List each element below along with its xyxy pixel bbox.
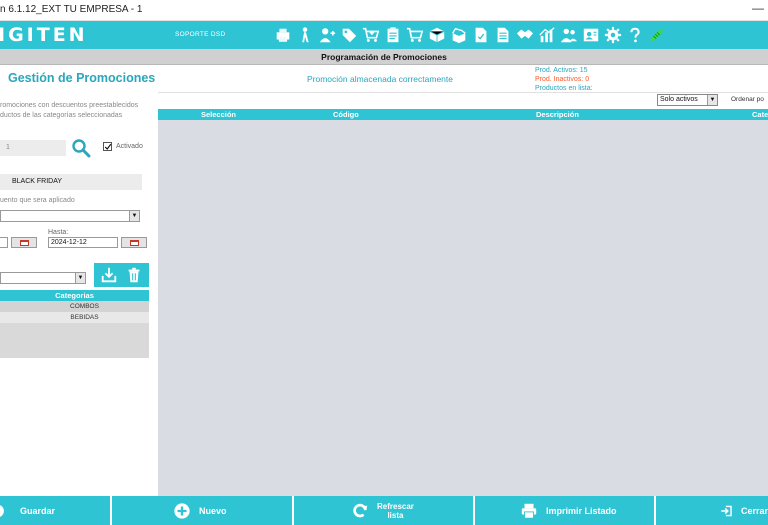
printer-icon [521, 503, 537, 519]
print-list-label: Imprimir Listado [546, 505, 617, 516]
active-label: Activado [116, 143, 143, 150]
active-count: Prod. Activos: 15 [535, 67, 588, 74]
save-icon [0, 504, 4, 517]
import-icon[interactable] [100, 266, 118, 284]
category-select[interactable]: ▼ [0, 272, 86, 284]
divider [158, 92, 768, 93]
minimize-button[interactable]: — [752, 1, 764, 15]
description-line: romociones con descuentos preestablecido… [0, 102, 139, 109]
new-button[interactable]: Nuevo [112, 496, 292, 525]
calendar-icon[interactable] [121, 237, 147, 248]
toolbar [272, 24, 668, 46]
handshake-icon[interactable] [514, 24, 536, 46]
document-check-icon[interactable] [470, 24, 492, 46]
inactive-count: Prod. Inactivos: 0 [535, 76, 590, 83]
document-list-icon[interactable] [492, 24, 514, 46]
support-link[interactable]: SOPORTE DSD [175, 31, 226, 38]
search-icon[interactable] [71, 138, 91, 158]
to-date-field[interactable]: 2024-12-12 [48, 237, 118, 248]
refresh-icon [353, 503, 368, 517]
print-list-button[interactable]: Imprimir Listado [475, 496, 654, 525]
category-actions [94, 263, 149, 287]
status-message: Promoción almacenada correctamente [307, 74, 453, 84]
column-header[interactable]: Selección [201, 110, 236, 119]
chevron-down-icon: ▼ [75, 273, 85, 283]
app-window: n 6.1.12_EXT TU EMPRESA - 1 — IGITEN SOP… [0, 0, 768, 525]
refresh-label-line: Refrescar [377, 501, 414, 511]
discount-select[interactable]: ▼ [0, 210, 140, 222]
title-bar: n 6.1.12_EXT TU EMPRESA - 1 — [0, 0, 768, 21]
cart-add-icon[interactable] [360, 24, 382, 46]
chevron-down-icon: ▼ [129, 211, 139, 221]
description-line: ductos de las categorías seleccionadas [0, 112, 123, 119]
active-checkbox[interactable] [103, 142, 112, 151]
close-button[interactable]: Cerrar [656, 496, 768, 525]
window-title: n 6.1.12_EXT TU EMPRESA - 1 [0, 4, 143, 15]
from-date-field[interactable] [0, 237, 8, 248]
column-header[interactable]: Descripción [536, 110, 579, 119]
order-label: Ordenar po [731, 96, 764, 103]
box-icon[interactable] [426, 24, 448, 46]
products-grid[interactable] [158, 120, 768, 496]
form-description: romociones con descuentos preestablecido… [0, 101, 156, 121]
users-icon[interactable] [558, 24, 580, 46]
section-header: Programación de Promociones [0, 49, 768, 65]
product-stats: Prod. Activos: 15 Prod. Inactivos: 0 Pro… [535, 66, 593, 93]
promo-code-input[interactable]: 1 [0, 140, 66, 156]
filter-select[interactable]: Solo activos ▼ [657, 94, 718, 106]
chart-icon[interactable] [536, 24, 558, 46]
calendar-icon[interactable] [11, 237, 37, 248]
brand-bar: IGITEN SOPORTE DSD [0, 21, 768, 49]
cart-icon[interactable] [404, 24, 426, 46]
exit-icon [721, 505, 732, 516]
grid-header: Selección Código Descripción Cate [158, 109, 768, 120]
action-bar: Guardar Nuevo Refrescar lista Imprimir L… [0, 496, 768, 525]
save-button[interactable]: Guardar [0, 496, 110, 525]
gear-icon[interactable] [602, 24, 624, 46]
user-add-icon[interactable] [316, 24, 338, 46]
id-card-icon[interactable] [580, 24, 602, 46]
refresh-button[interactable]: Refrescar lista [294, 496, 473, 525]
trash-icon[interactable] [125, 266, 143, 284]
plus-icon [174, 502, 190, 519]
close-label: Cerrar [740, 505, 768, 516]
column-header[interactable]: Código [333, 110, 359, 119]
clipboard-icon[interactable] [382, 24, 404, 46]
promo-name-field[interactable]: BLACK FRIDAY [0, 174, 142, 190]
pencil-icon[interactable] [646, 24, 668, 46]
refresh-label: Refrescar lista [377, 502, 414, 520]
categories-list: COMBOS BEBIDAS [0, 301, 149, 358]
box-open-icon[interactable] [448, 24, 470, 46]
help-icon[interactable] [624, 24, 646, 46]
page-title: Gestión de Promociones [8, 71, 156, 85]
new-label: Nuevo [199, 505, 227, 516]
to-date-label: Hasta: [48, 229, 69, 236]
list-item[interactable]: BEBIDAS [0, 312, 149, 323]
printer-icon[interactable] [272, 24, 294, 46]
categories-header: Categorias [0, 290, 149, 301]
save-label: Guardar [20, 505, 56, 516]
column-header[interactable]: Cate [752, 110, 768, 119]
person-walk-icon[interactable] [294, 24, 316, 46]
refresh-label-line: lista [387, 510, 404, 520]
chevron-down-icon: ▼ [707, 95, 717, 105]
discount-label: uento que sera aplicado [0, 197, 75, 204]
app-logo: IGITEN [0, 24, 88, 46]
tag-icon[interactable] [338, 24, 360, 46]
filter-select-value: Solo activos [660, 96, 698, 103]
list-item[interactable]: COMBOS [0, 301, 149, 312]
